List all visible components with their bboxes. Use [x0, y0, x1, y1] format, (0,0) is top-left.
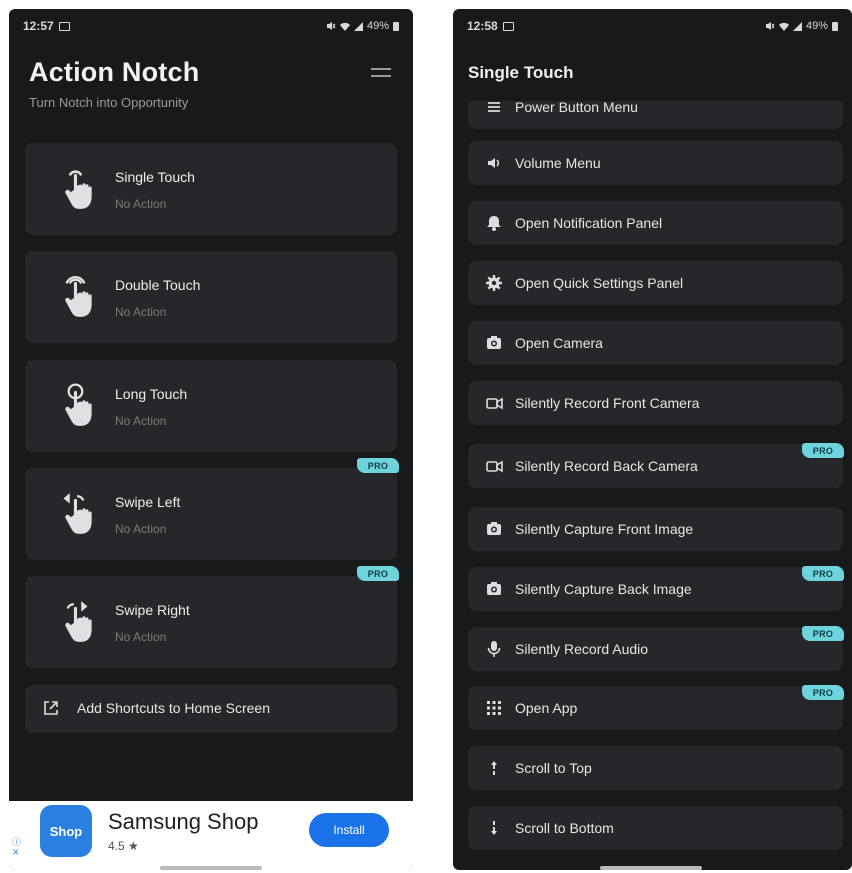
menu-icon [488, 102, 500, 112]
option-scroll-to-top[interactable]: Scroll to Top [468, 746, 843, 790]
option-label: Open Quick Settings Panel [515, 275, 684, 291]
video-icon [486, 460, 503, 473]
signal-icon [792, 21, 802, 31]
action-list[interactable]: Power Button Menu Volume Menu Open Notific… [453, 101, 852, 870]
wifi-icon [339, 22, 350, 31]
option-scroll-to-bottom[interactable]: Scroll to Bottom [468, 806, 843, 850]
gesture-label: Double Touch [115, 277, 201, 293]
option-label: Silently Capture Front Image [515, 521, 694, 537]
volume-icon [488, 158, 500, 168]
add-shortcuts-label: Add Shortcuts to Home Screen [77, 700, 270, 716]
samsung-shop-logo[interactable]: Shop [40, 805, 92, 857]
main-screen: 12:57 49% Action Notch Turn Notch into O… [9, 9, 413, 870]
mic-icon [487, 641, 501, 657]
battery-icon [393, 21, 399, 31]
wifi-icon [778, 22, 789, 31]
external-link-icon [44, 701, 58, 715]
option-power-button-menu[interactable]: Power Button Menu [468, 101, 843, 129]
gesture-card-swipe-right[interactable]: Swipe Right No Action PRO [25, 566, 399, 668]
ad-banner[interactable]: ⓘ ✕ Shop Samsung Shop 4.5 ★ Install [9, 801, 413, 870]
option-open-app[interactable]: Open App PRO [468, 685, 844, 730]
signal-icon [353, 21, 363, 31]
install-button[interactable]: Install [309, 813, 389, 847]
gesture-action-value: No Action [115, 630, 167, 644]
pro-badge: PRO [802, 566, 844, 581]
gesture-card-double-touch[interactable]: Double Touch No Action [25, 251, 397, 343]
camera-icon [487, 582, 501, 595]
gesture-action-value: No Action [115, 305, 167, 319]
swipe-left-icon [63, 493, 92, 534]
gesture-card-long-touch[interactable]: Long Touch No Action [25, 360, 397, 452]
bell-icon [487, 216, 501, 231]
option-silently-capture-back-image[interactable]: Silently Capture Back Image PRO [468, 566, 844, 611]
arrow-up-icon [491, 761, 497, 775]
option-silently-record-front-camera[interactable]: Silently Record Front Camera [468, 381, 843, 425]
option-label: Open Camera [515, 335, 603, 351]
add-shortcuts-button[interactable]: Add Shortcuts to Home Screen [25, 685, 397, 733]
camera-icon [487, 336, 501, 349]
option-label: Open Notification Panel [515, 215, 663, 231]
grid-icon [487, 701, 501, 715]
gesture-action-value: No Action [115, 522, 167, 536]
gesture-label: Long Touch [115, 386, 188, 402]
app-subtitle: Turn Notch into Opportunity [29, 95, 189, 110]
pro-badge: PRO [802, 685, 844, 700]
gesture-action-value: No Action [115, 414, 167, 428]
tune-settings-icon[interactable] [371, 65, 391, 81]
single-touch-icon [65, 170, 92, 209]
pro-badge: PRO [357, 566, 399, 581]
gesture-label: Swipe Right [115, 602, 190, 618]
option-label: Volume Menu [515, 155, 601, 171]
app-title: Action Notch [29, 57, 200, 87]
status-time: 12:57 [23, 19, 54, 33]
sheet-title: Single Touch [468, 63, 574, 82]
swipe-right-icon [65, 601, 92, 642]
gesture-action-value: No Action [115, 197, 167, 211]
option-label: Silently Capture Back Image [515, 581, 692, 597]
option-volume-menu[interactable]: Volume Menu [468, 141, 843, 185]
option-silently-record-back-camera[interactable]: Silently Record Back Camera PRO [468, 443, 844, 488]
navigation-handle[interactable] [600, 866, 702, 870]
status-time: 12:58 [467, 19, 498, 33]
gesture-card-swipe-left[interactable]: Swipe Left No Action PRO [25, 458, 399, 560]
option-label: Power Button Menu [515, 101, 638, 115]
option-open-quick-settings-panel[interactable]: Open Quick Settings Panel [468, 261, 843, 305]
gallery-notification-icon [58, 21, 70, 31]
gear-icon [486, 275, 502, 291]
ad-rating: 4.5 ★ [108, 839, 139, 853]
battery-percent: 49% [805, 20, 828, 32]
arrow-down-icon [491, 821, 497, 835]
video-icon [486, 397, 503, 410]
pro-badge: PRO [802, 626, 844, 641]
pro-badge: PRO [357, 458, 399, 473]
mute-icon [765, 22, 775, 30]
gallery-notification-icon [502, 21, 514, 31]
long-touch-icon [65, 383, 92, 426]
camera-icon [487, 522, 501, 535]
battery-icon [832, 21, 838, 31]
mute-icon [326, 22, 336, 30]
option-silently-capture-front-image[interactable]: Silently Capture Front Image [468, 507, 843, 551]
status-bar: 12:58 49% [453, 9, 852, 43]
battery-percent: 49% [366, 20, 389, 32]
double-touch-icon [65, 275, 92, 317]
ad-app-name: Samsung Shop [108, 809, 259, 834]
gesture-label: Single Touch [115, 169, 195, 185]
option-label: Silently Record Audio [515, 641, 649, 657]
option-open-notification-panel[interactable]: Open Notification Panel [468, 201, 843, 245]
navigation-handle[interactable] [160, 866, 262, 870]
gesture-card-single-touch[interactable]: Single Touch No Action [25, 143, 397, 235]
option-label: Scroll to Top [515, 760, 592, 776]
option-label: Silently Record Back Camera [515, 458, 698, 474]
option-label: Silently Record Front Camera [515, 395, 700, 411]
option-silently-record-audio[interactable]: Silently Record Audio PRO [468, 626, 844, 671]
option-label: Open App [515, 700, 578, 716]
ad-choices-icon[interactable]: ⓘ ✕ [12, 837, 21, 857]
option-label: Scroll to Bottom [515, 820, 614, 836]
status-bar: 12:57 49% [9, 9, 413, 43]
gesture-label: Swipe Left [115, 494, 181, 510]
option-open-camera[interactable]: Open Camera [468, 321, 843, 365]
pro-badge: PRO [802, 443, 844, 458]
action-picker-screen: 12:58 49% Single Touch Power Button Menu… [453, 9, 852, 870]
